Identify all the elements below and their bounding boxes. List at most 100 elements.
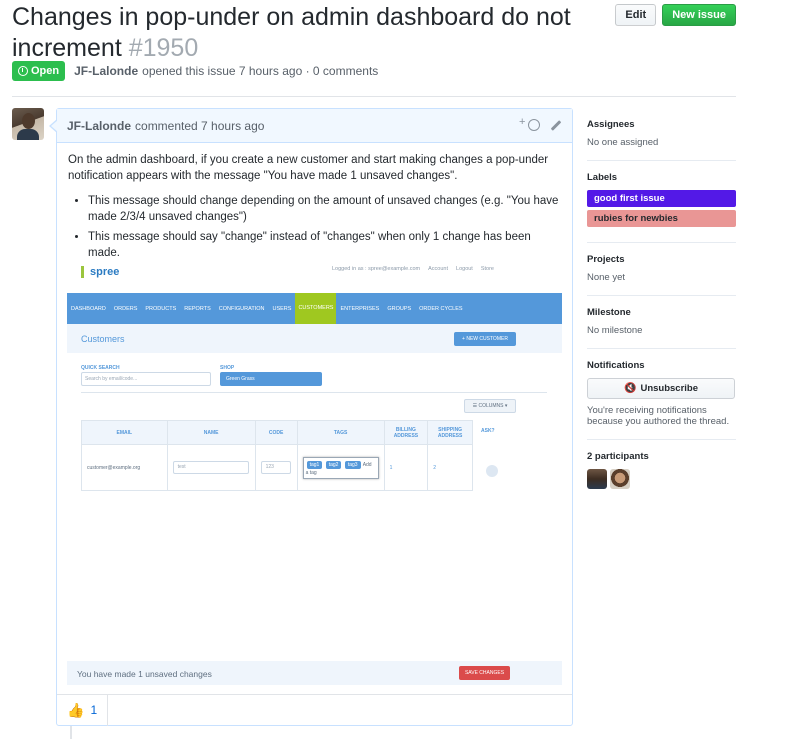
comment-time[interactable]: commented 7 hours ago [135, 119, 264, 133]
timeline-line [70, 726, 72, 739]
shot-search-input: Search by email/code... [81, 372, 211, 386]
unsubscribe-button[interactable]: 🔇 Unsubscribe [587, 378, 735, 399]
label-good-first-issue[interactable]: good first issue [587, 190, 736, 207]
mute-icon: 🔇 [624, 383, 637, 394]
shot-unsaved-text: You have made 1 unsaved changes [77, 669, 212, 679]
spree-logo: spree [81, 266, 119, 278]
unsubscribe-label: Unsubscribe [640, 383, 698, 394]
notifications-title: Notifications [587, 360, 645, 371]
shot-name-input: test [172, 461, 249, 474]
pencil-icon[interactable] [550, 119, 562, 131]
shot-col-email: EMAIL [81, 420, 168, 445]
spree-logo-text: spree [90, 266, 120, 278]
shot-nav-bar: DASHBOARD ORDERS PRODUCTS REPORTS CONFIG… [67, 293, 562, 324]
comment-header: JF-Lalonde commented 7 hours ago [57, 109, 572, 143]
new-issue-button[interactable]: New issue [662, 4, 736, 26]
shot-page-title: Customers [81, 334, 125, 344]
participants-list [587, 469, 736, 489]
avatar[interactable] [12, 108, 44, 140]
participants-section: 2 participants [587, 440, 736, 501]
add-reaction-icon[interactable] [519, 116, 540, 131]
shot-quick-search-label: QUICK SEARCH [81, 365, 120, 371]
avatar[interactable] [610, 469, 630, 489]
shot-tag: tag3 [344, 460, 361, 469]
trash-icon [486, 465, 498, 477]
shot-new-customer-button: + NEW CUSTOMER [454, 332, 516, 346]
shot-cell-email: customer@example.org [81, 444, 168, 491]
shot-cell-shipping: 2 [427, 444, 473, 491]
shot-nav-item: USERS [272, 305, 292, 312]
issue-author-link[interactable]: JF-Lalonde [74, 64, 138, 78]
milestone-section: Milestone No milestone [587, 296, 736, 349]
header-divider [12, 96, 736, 97]
shot-col-shipping: SHIPPING ADDRESS [427, 420, 473, 445]
edit-button[interactable]: Edit [615, 4, 657, 26]
milestone-title[interactable]: Milestone [587, 307, 736, 318]
issue-opened-text: opened this issue 7 hours ago · 0 commen… [142, 64, 379, 78]
reactions-bar: 👍 1 [57, 694, 572, 726]
state-badge: Open [12, 61, 66, 81]
shot-logout-link: Logout [456, 266, 473, 272]
shot-ask-label: ASK? [481, 428, 495, 434]
avatar[interactable] [587, 469, 607, 489]
issue-number: #1950 [128, 34, 199, 62]
thumbs-up-reaction[interactable]: 👍 1 [57, 694, 109, 726]
shot-col-name: NAME [166, 420, 256, 445]
shot-cell-name: test [166, 444, 256, 491]
embedded-screenshot[interactable]: spree Logged in as : spree@example.com A… [67, 256, 562, 696]
shot-customers-table: EMAIL NAME CODE TAGS BILLING ADDRESS SHI… [81, 420, 473, 491]
comment-list: This message should change depending on … [68, 194, 562, 261]
shot-nav-item: DASHBOARD [71, 305, 106, 312]
comment-paragraph: On the admin dashboard, if you create a … [68, 154, 549, 182]
shot-code-input: 123 [260, 461, 291, 474]
sidebar: Assignees No one assigned Labels good fi… [587, 108, 736, 501]
shot-nav-item: ORDER CYCLES [419, 305, 463, 312]
projects-value: None yet [587, 272, 626, 283]
issue-meta: Open JF-Lalonde opened this issue 7 hour… [12, 61, 378, 81]
state-label: Open [31, 65, 60, 77]
shot-nav-item: GROUPS [387, 305, 412, 312]
issue-title: Changes in pop-under on admin dashboard … [12, 2, 612, 64]
shot-tag: tag1 [306, 460, 323, 469]
projects-section: Projects None yet [587, 243, 736, 296]
shot-tag-box: tag1 tag2 tag3 Add a tag [302, 456, 379, 479]
shot-nav-item: PRODUCTS [145, 305, 177, 312]
shot-col-code: CODE [254, 420, 298, 445]
labels-section: Labels good first issue rubies for newbi… [587, 161, 736, 243]
shot-divider [81, 392, 547, 393]
labels-title[interactable]: Labels [587, 172, 736, 183]
issue-opened-icon [18, 66, 28, 76]
shot-store-link: Store [480, 266, 494, 272]
notification-reason: You're receiving notifications because y… [587, 405, 730, 427]
shot-columns-button: ☰ COLUMNS ▾ [464, 399, 516, 413]
shot-toplinks: Logged in as : spree@example.com Account… [332, 266, 494, 272]
shot-col-billing: BILLING ADDRESS [383, 420, 429, 445]
header-actions: Edit New issue [615, 4, 736, 26]
shot-nav-item: CONFIGURATION [218, 305, 265, 312]
comment-actions [519, 116, 562, 131]
shot-cell-code: 123 [254, 444, 298, 491]
shot-nav-item: REPORTS [184, 305, 211, 312]
thumbs-up-icon: 👍 [67, 701, 85, 718]
milestone-value: No milestone [587, 325, 643, 336]
shot-nav-item: ORDERS [113, 305, 138, 312]
shot-account-link: Account [428, 266, 449, 272]
spree-logo-icon [81, 266, 87, 278]
assignees-section: Assignees No one assigned [587, 108, 736, 161]
shot-nav-item: ENTERPRISES [340, 305, 380, 312]
assignees-title[interactable]: Assignees [587, 119, 736, 130]
shot-col-tags: TAGS [296, 420, 385, 445]
label-rubies-for-newbies[interactable]: rubies for newbies [587, 210, 736, 227]
comment-box: JF-Lalonde commented 7 hours ago On the … [49, 108, 573, 726]
shot-page-bar: Customers + NEW CUSTOMER [67, 324, 562, 353]
issue-title-text: Changes in pop-under on admin dashboard … [12, 3, 571, 62]
comment-body: On the admin dashboard, if you create a … [57, 143, 572, 261]
reaction-count: 1 [90, 703, 98, 717]
projects-title[interactable]: Projects [587, 254, 736, 265]
comment-author-link[interactable]: JF-Lalonde [67, 119, 131, 133]
shot-cell-billing: 1 [383, 444, 429, 491]
shot-nav-item-active: CUSTOMERS [295, 293, 337, 324]
shot-login-text: Logged in as : spree@example.com [332, 266, 421, 272]
shot-shop-select: Green Grass [220, 372, 322, 386]
shot-shop-label: SHOP [220, 365, 235, 371]
